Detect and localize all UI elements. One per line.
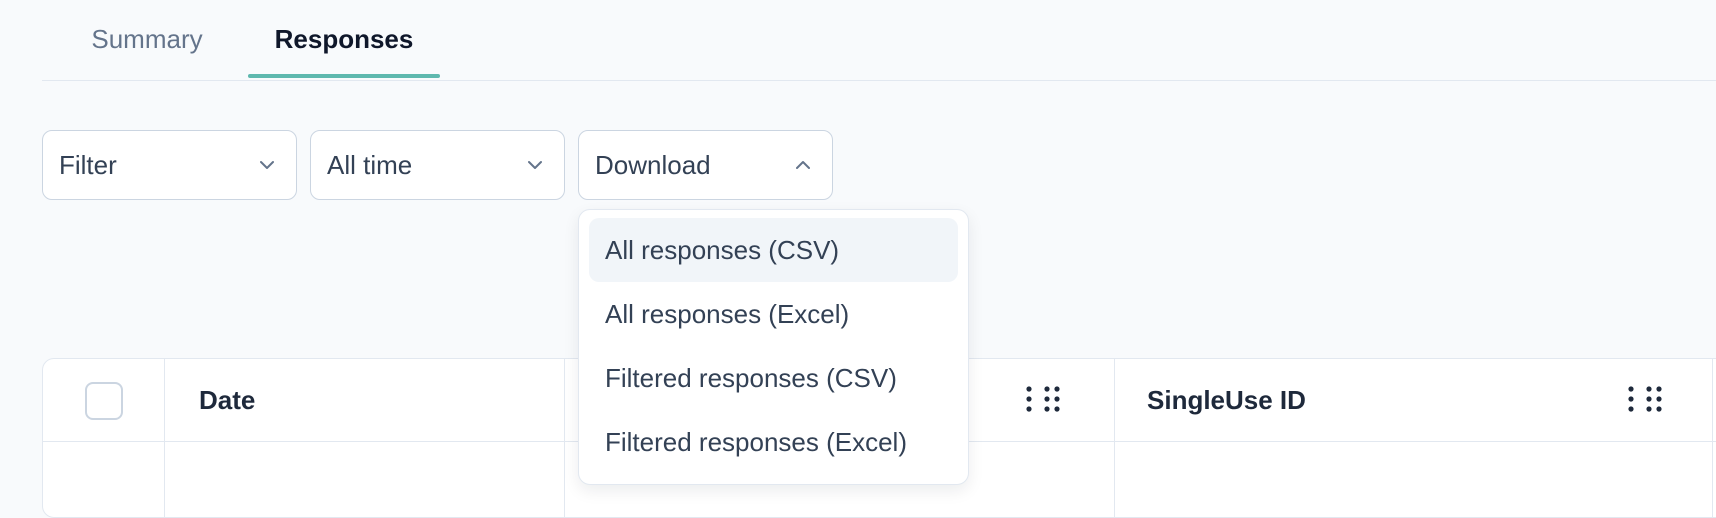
column-divider — [164, 359, 165, 517]
chevron-up-icon — [796, 158, 810, 172]
chevron-down-icon — [528, 158, 542, 172]
download-menu: All responses (CSV) All responses (Excel… — [578, 209, 969, 485]
drag-handle-icon[interactable] — [1044, 386, 1060, 417]
menu-item-all-responses-excel[interactable]: All responses (Excel) — [589, 282, 958, 346]
column-divider — [1712, 359, 1713, 517]
time-range-dropdown-label: All time — [327, 149, 413, 180]
vertical-dots-icon[interactable] — [1628, 386, 1634, 417]
column-header-singleuse-id[interactable]: SingleUse ID — [1147, 359, 1306, 441]
download-dropdown-label: Download — [595, 149, 711, 180]
filter-dropdown[interactable]: Filter — [42, 130, 297, 200]
tab-summary[interactable]: Summary — [42, 0, 252, 78]
column-actions-hidden-column — [1026, 386, 1060, 417]
column-actions-singleuse-id — [1628, 386, 1662, 417]
column-divider — [564, 359, 565, 517]
tab-responses[interactable]: Responses — [248, 0, 440, 78]
select-all-checkbox[interactable] — [85, 382, 123, 420]
column-divider — [1114, 359, 1115, 517]
menu-item-filtered-responses-excel[interactable]: Filtered responses (Excel) — [589, 410, 958, 474]
column-header-date[interactable]: Date — [199, 359, 255, 441]
menu-item-all-responses-csv[interactable]: All responses (CSV) — [589, 218, 958, 282]
menu-item-filtered-responses-csv[interactable]: Filtered responses (CSV) — [589, 346, 958, 410]
time-range-dropdown[interactable]: All time — [310, 130, 565, 200]
response-tabs: Summary Responses — [42, 0, 1716, 81]
vertical-dots-icon[interactable] — [1026, 386, 1032, 417]
drag-handle-icon[interactable] — [1646, 386, 1662, 417]
download-dropdown[interactable]: Download — [578, 130, 833, 200]
filter-dropdown-label: Filter — [59, 149, 117, 180]
active-tab-indicator — [248, 74, 440, 78]
chevron-down-icon — [260, 158, 274, 172]
